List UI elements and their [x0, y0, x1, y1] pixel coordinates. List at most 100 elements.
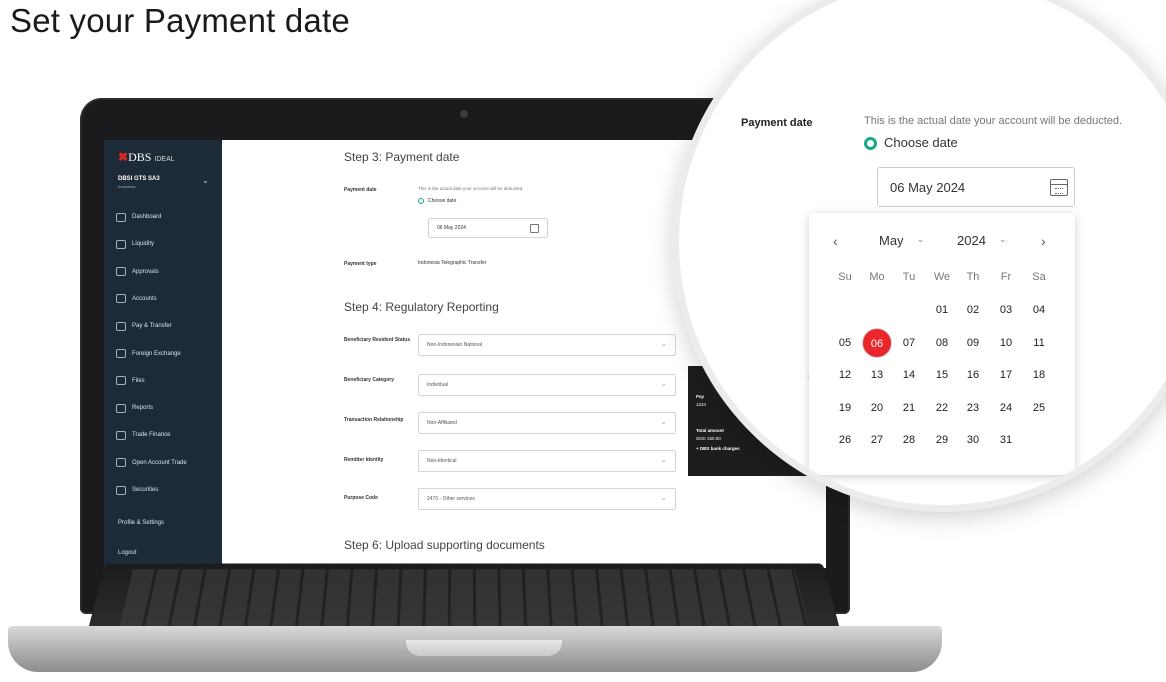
select-value: Non-Affiliated: [427, 420, 457, 426]
weekday-header: Su: [838, 271, 852, 283]
calendar-day[interactable]: 31: [991, 427, 1021, 453]
calendar-day[interactable]: 28: [894, 427, 924, 453]
choose-date-radio[interactable]: [418, 198, 424, 204]
transfer-icon: [116, 321, 126, 331]
calendar-day[interactable]: 09: [958, 330, 988, 356]
sidebar-item-dashboard[interactable]: Dashboard: [116, 210, 161, 224]
sidebar-item-label: Files: [132, 377, 145, 384]
next-month-icon[interactable]: ›: [1041, 233, 1046, 249]
calendar-day[interactable]: 30: [958, 427, 988, 453]
calendar-day[interactable]: 24: [991, 395, 1021, 421]
calendar-icon[interactable]: [1050, 179, 1068, 196]
page-heading: Set your Payment date: [10, 2, 350, 39]
calendar-day[interactable]: 12: [830, 362, 860, 388]
select-resident-status[interactable]: Non-Indonesian National ⌄: [418, 334, 676, 356]
calendar-day[interactable]: 25: [1024, 395, 1054, 421]
logo-suffix: IDEAL: [154, 156, 175, 163]
date-input[interactable]: 06 May 2024: [428, 218, 548, 238]
year-select[interactable]: 2024: [957, 233, 986, 248]
account-switcher[interactable]: DBSI GTS SA3: [118, 176, 160, 182]
sidebar-item-profile[interactable]: Profile & Settings: [118, 520, 164, 526]
calendar-day[interactable]: 19: [830, 395, 860, 421]
calendar-day[interactable]: 18: [1024, 362, 1054, 388]
payment-type-value: Indonesia Telegraphic Transfer: [418, 260, 487, 266]
sidebar-item-foreign-exchange[interactable]: Foreign Exchange: [116, 347, 181, 361]
zoom-payment-date-label: Payment date: [741, 117, 813, 129]
sidebar-item-logout[interactable]: Logout: [118, 550, 136, 556]
sidebar-item-securities[interactable]: Securities: [116, 483, 158, 497]
select-purpose-code[interactable]: 2470 - Other services ⌄: [418, 488, 676, 510]
calendar-day[interactable]: 16: [958, 362, 988, 388]
sidebar-item-pay-transfer[interactable]: Pay & Transfer: [116, 319, 172, 333]
zoom-date-input[interactable]: 06 May 2024: [877, 167, 1075, 207]
field-label-remitter-identity: Remitter Identity: [344, 457, 384, 463]
chevron-down-icon: ⌄: [660, 417, 667, 426]
sidebar-item-label: Foreign Exchange: [132, 350, 181, 357]
calendar-day[interactable]: 22: [927, 395, 957, 421]
calendar-day[interactable]: 08: [927, 330, 957, 356]
zoom-choose-date-label: Choose date: [884, 135, 958, 150]
calendar-day[interactable]: 02: [958, 297, 988, 323]
weekday-header: Th: [966, 271, 980, 283]
camera-dot: [460, 110, 468, 118]
account-country: Indonesia: [118, 184, 136, 189]
calendar-day[interactable]: 29: [927, 427, 957, 453]
weekday-header: Mo: [869, 271, 885, 283]
zoom-choose-date-radio[interactable]: [864, 137, 877, 150]
sidebar-item-reports[interactable]: Reports: [116, 401, 153, 415]
step6-title: Step 6: Upload supporting documents: [344, 538, 545, 552]
calendar-day[interactable]: 26: [830, 427, 860, 453]
sidebar-item-label: Securities: [132, 487, 159, 493]
date-input-value: 06 May 2024: [437, 225, 466, 231]
payment-type-label: Payment type: [344, 261, 377, 267]
calendar-day[interactable]: 11: [1024, 330, 1054, 356]
calendar-day[interactable]: 23: [958, 395, 988, 421]
prev-month-icon[interactable]: ‹: [833, 233, 838, 249]
chevron-down-icon[interactable]: ⌄: [917, 234, 925, 245]
calendar-day[interactable]: 15: [927, 362, 957, 388]
select-transaction-relationship[interactable]: Non-Affiliated ⌄: [418, 412, 676, 434]
field-label-purpose-code: Purpose Code: [344, 495, 378, 501]
sidebar-item-label: Approvals: [132, 268, 159, 275]
calendar-day[interactable]: 04: [1024, 297, 1054, 323]
calendar-day[interactable]: 05: [830, 330, 860, 356]
calendar-day[interactable]: 13: [862, 362, 892, 388]
select-value: Individual: [427, 382, 449, 388]
calendar-day-selected[interactable]: 06: [862, 327, 892, 358]
calendar-day[interactable]: 17: [991, 362, 1021, 388]
zoom-payment-date-hint: This is the actual date your account wil…: [864, 115, 1123, 127]
chevron-down-icon[interactable]: ⌄: [202, 176, 209, 185]
sidebar-item-accounts[interactable]: Accounts: [116, 292, 157, 306]
calendar-icon[interactable]: [530, 224, 539, 233]
sidebar-item-liquidity[interactable]: Liquidity: [116, 237, 154, 251]
logo-text: DBS: [128, 150, 152, 164]
select-beneficiary-category[interactable]: Individual ⌄: [418, 374, 676, 396]
sidebar-item-label: Trade Finance: [132, 432, 171, 439]
liquidity-icon: [116, 239, 126, 249]
select-value: Non-Indonesian National: [427, 342, 483, 348]
sidebar-item-open-account-trade[interactable]: Open Account Trade: [116, 456, 187, 470]
trade-icon: [116, 430, 126, 440]
sidebar-item-files[interactable]: Files: [116, 374, 145, 388]
calendar-day[interactable]: 20: [862, 395, 892, 421]
open-account-icon: [116, 458, 126, 468]
sidebar-item-label: Dashboard: [132, 214, 162, 220]
dbs-logo: ✖DBS IDEAL: [118, 150, 175, 165]
step3-title: Step 3: Payment date: [344, 150, 460, 164]
magnifier-callout: Payment date This is the actual date you…: [672, 0, 1166, 512]
calendar-day[interactable]: 27: [862, 427, 892, 453]
chevron-down-icon[interactable]: ⌄: [999, 234, 1007, 245]
calendar-day[interactable]: 01: [927, 297, 957, 323]
calendar-day[interactable]: 10: [991, 330, 1021, 356]
select-remitter-identity[interactable]: Non-Identical ⌄: [418, 450, 676, 472]
sidebar-item-approvals[interactable]: Approvals: [116, 265, 159, 279]
calendar-day[interactable]: 03: [991, 297, 1021, 323]
laptop-base: [8, 626, 942, 672]
datepicker-popup: ‹ May ⌄ 2024 ⌄ › Su Mo Tu We Th Fr Sa 01 02 03 04…: [809, 213, 1075, 475]
calendar-day[interactable]: 07: [894, 330, 924, 356]
calendar-day[interactable]: 14: [894, 362, 924, 388]
choose-date-label: Choose date: [428, 198, 457, 204]
month-select[interactable]: May: [879, 233, 904, 248]
sidebar-item-trade-finance[interactable]: Trade Finance: [116, 428, 170, 442]
calendar-day[interactable]: 21: [894, 395, 924, 421]
